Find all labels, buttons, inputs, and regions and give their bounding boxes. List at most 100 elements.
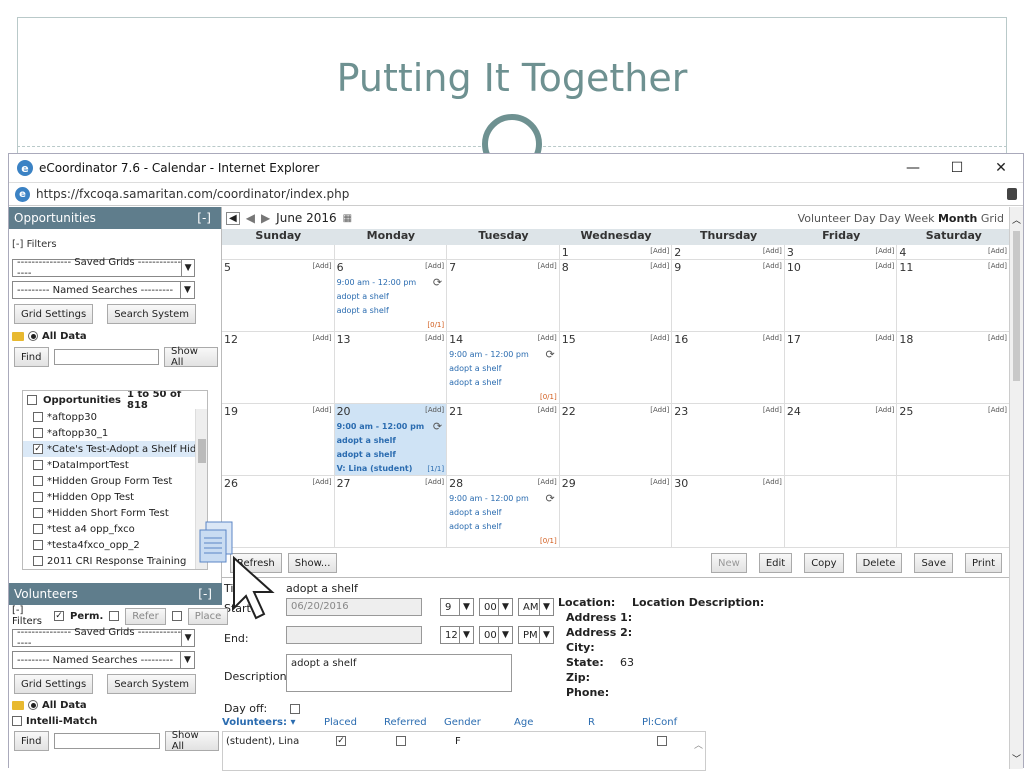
address-bar[interactable]: e https://fxcoqa.samaritan.com/coordinat…	[9, 182, 1023, 206]
add-event-link[interactable]: [Add]	[988, 406, 1007, 414]
title-value[interactable]: adopt a shelf	[286, 582, 358, 595]
end-minute-select[interactable]: 00 ▼	[479, 626, 513, 644]
scroll-down-icon[interactable]: ﹀	[1012, 752, 1021, 765]
volunteers-find-input[interactable]	[53, 733, 160, 749]
volunteers-named-searches-select[interactable]: --------- Named Searches --------- ▼	[12, 651, 195, 669]
add-event-link[interactable]: [Add]	[650, 247, 669, 255]
list-item[interactable]: *testa4fxco_opp_2	[23, 537, 207, 553]
event-time[interactable]: 9:00 am - 12:00 pm	[337, 278, 417, 287]
calendar-day-cell[interactable]: 4 [Add]	[897, 245, 1010, 260]
calendar-day-cell[interactable]: 1 [Add]	[559, 245, 673, 260]
week-view[interactable]: Week	[904, 212, 934, 225]
add-event-link[interactable]: [Add]	[538, 478, 557, 486]
calendar-day-cell[interactable]: 22 [Add]	[559, 404, 673, 476]
volunteers-grid-settings-button[interactable]: Grid Settings	[14, 674, 94, 694]
add-event-link[interactable]: [Add]	[763, 262, 782, 270]
volunteers-column-header[interactable]: Age	[514, 717, 533, 728]
calendar-day-cell[interactable]: 12 [Add]	[222, 332, 335, 404]
print-button[interactable]: Print	[964, 553, 1002, 573]
add-event-link[interactable]: [Add]	[538, 262, 557, 270]
month-view[interactable]: Month	[938, 212, 977, 225]
calendar-day-cell[interactable]: 27 [Add]	[334, 476, 448, 548]
add-event-link[interactable]: [Add]	[988, 262, 1007, 270]
add-event-link[interactable]: [Add]	[988, 334, 1007, 342]
intelli-match-checkbox[interactable]	[12, 716, 22, 726]
calendar-day-cell[interactable]: 25 [Add]	[897, 404, 1010, 476]
event-title[interactable]: adopt a shelf	[449, 508, 501, 517]
event-title[interactable]: adopt a shelf	[449, 378, 501, 387]
add-event-link[interactable]: [Add]	[763, 334, 782, 342]
event-volunteer[interactable]: V: Lina (student)	[337, 464, 413, 473]
event-title[interactable]: adopt a shelf	[337, 450, 396, 459]
end-hour-select[interactable]: 12 ▼	[440, 626, 474, 644]
save-button[interactable]: Save	[914, 553, 953, 573]
add-event-link[interactable]: [Add]	[988, 247, 1007, 255]
event-time[interactable]: 9:00 am - 12:00 pm	[449, 494, 529, 503]
calendar-day-cell[interactable]: 15 [Add]	[559, 332, 673, 404]
place-checkbox[interactable]	[171, 611, 182, 621]
list-item[interactable]: 57TH INAUGURATION FIRST AID	[23, 569, 207, 570]
calendar-day-cell[interactable]: 6 [Add] 9:00 am - 12:00 pm adopt a shelf ado…	[334, 260, 448, 332]
add-event-link[interactable]: [Add]	[425, 406, 444, 414]
calendar-day-cell[interactable]: 11 [Add]	[897, 260, 1010, 332]
volunteer-row[interactable]: (student), Lina ✓ F	[223, 734, 703, 750]
calendar-day-cell[interactable]: 16 [Add]	[672, 332, 785, 404]
event-title[interactable]: adopt a shelf	[337, 306, 389, 315]
referred-checkbox[interactable]	[396, 736, 406, 746]
list-item-checkbox[interactable]	[33, 428, 43, 438]
calendar-day-cell[interactable]: 2 [Add]	[672, 245, 785, 260]
end-ampm-select[interactable]: PM ▼	[518, 626, 554, 644]
calendar-day-cell[interactable]: 20 [Add] 9:00 am - 12:00 pm adopt a shelf ad…	[334, 404, 448, 476]
list-item[interactable]: *Hidden Group Form Test	[23, 473, 207, 489]
opportunities-collapse-button[interactable]: [-]	[197, 211, 211, 225]
list-item-checkbox[interactable]	[33, 492, 43, 502]
calendar-day-cell[interactable]: 8 [Add]	[559, 260, 673, 332]
volunteers-column-header[interactable]: Volunteers: ▾	[222, 717, 295, 728]
add-event-link[interactable]: [Add]	[313, 406, 332, 414]
add-event-link[interactable]: [Add]	[425, 478, 444, 486]
add-event-link[interactable]: [Add]	[763, 247, 782, 255]
chevron-up-icon[interactable]: ︿	[694, 738, 703, 751]
calendar-day-cell[interactable]: 19 [Add]	[222, 404, 335, 476]
volunteers-saved-grids-select[interactable]: --------------- Saved Grids ------------…	[12, 627, 195, 649]
grid-view[interactable]: Grid	[981, 212, 1004, 225]
all-data-radio[interactable]	[28, 331, 38, 341]
volunteers-column-header[interactable]: Gender	[444, 717, 481, 728]
calendar-day-cell[interactable]: 23 [Add]	[672, 404, 785, 476]
calendar-day-cell[interactable]: 17 [Add]	[784, 332, 898, 404]
volunteers-column-header[interactable]: Referred	[384, 717, 427, 728]
maximize-button[interactable]: ☐	[935, 154, 979, 182]
opportunities-named-searches-select[interactable]: --------- Named Searches --------- ▼	[12, 281, 195, 299]
refer-button[interactable]: Refer	[125, 607, 166, 625]
volunteers-find-button[interactable]: Find	[14, 731, 49, 751]
calendar-day-cell[interactable]: 5 [Add]	[222, 260, 335, 332]
list-item[interactable]: 2011 CRI Response Training	[23, 553, 207, 569]
list-item[interactable]: *aftopp30	[23, 409, 207, 425]
delete-button[interactable]: Delete	[855, 553, 903, 573]
volunteer-day-view[interactable]: Volunteer Day	[798, 212, 876, 225]
opportunities-saved-grids-select[interactable]: --------------- Saved Grids ------------…	[12, 257, 195, 279]
opportunities-grid-settings-button[interactable]: Grid Settings	[14, 304, 94, 324]
event-title[interactable]: adopt a shelf	[449, 364, 501, 373]
add-event-link[interactable]: [Add]	[763, 478, 782, 486]
page-scrollbar[interactable]: ︿ ﹀	[1009, 207, 1023, 769]
start-hour-select[interactable]: 9 ▼	[440, 598, 474, 616]
calendar-day-cell[interactable]: 9 [Add]	[672, 260, 785, 332]
calendar-day-cell[interactable]: 30 [Add]	[672, 476, 785, 548]
calendar-day-cell[interactable]: 10 [Add]	[784, 260, 898, 332]
scroll-up-icon[interactable]: ︿	[1012, 213, 1021, 226]
calendar-day-cell[interactable]: 29 [Add]	[559, 476, 673, 548]
perm-checkbox[interactable]: ✓	[53, 611, 64, 621]
volunteers-column-header[interactable]: R	[588, 717, 595, 728]
list-item-checkbox[interactable]: ✓	[33, 444, 43, 454]
volunteers-filters-toggle[interactable]: [-] Filters	[12, 605, 42, 627]
opportunities-find-input[interactable]	[53, 349, 159, 365]
event-time[interactable]: 9:00 am - 12:00 pm	[449, 350, 529, 359]
list-item[interactable]: *DataImportTest	[23, 457, 207, 473]
add-event-link[interactable]: [Add]	[313, 334, 332, 342]
list-item[interactable]: *Hidden Short Form Test	[23, 505, 207, 521]
opportunities-find-button[interactable]: Find	[14, 347, 49, 367]
list-item-checkbox[interactable]	[33, 524, 43, 534]
edit-button[interactable]: Edit	[758, 553, 793, 573]
calendar-day-cell[interactable]: 18 [Add]	[897, 332, 1010, 404]
